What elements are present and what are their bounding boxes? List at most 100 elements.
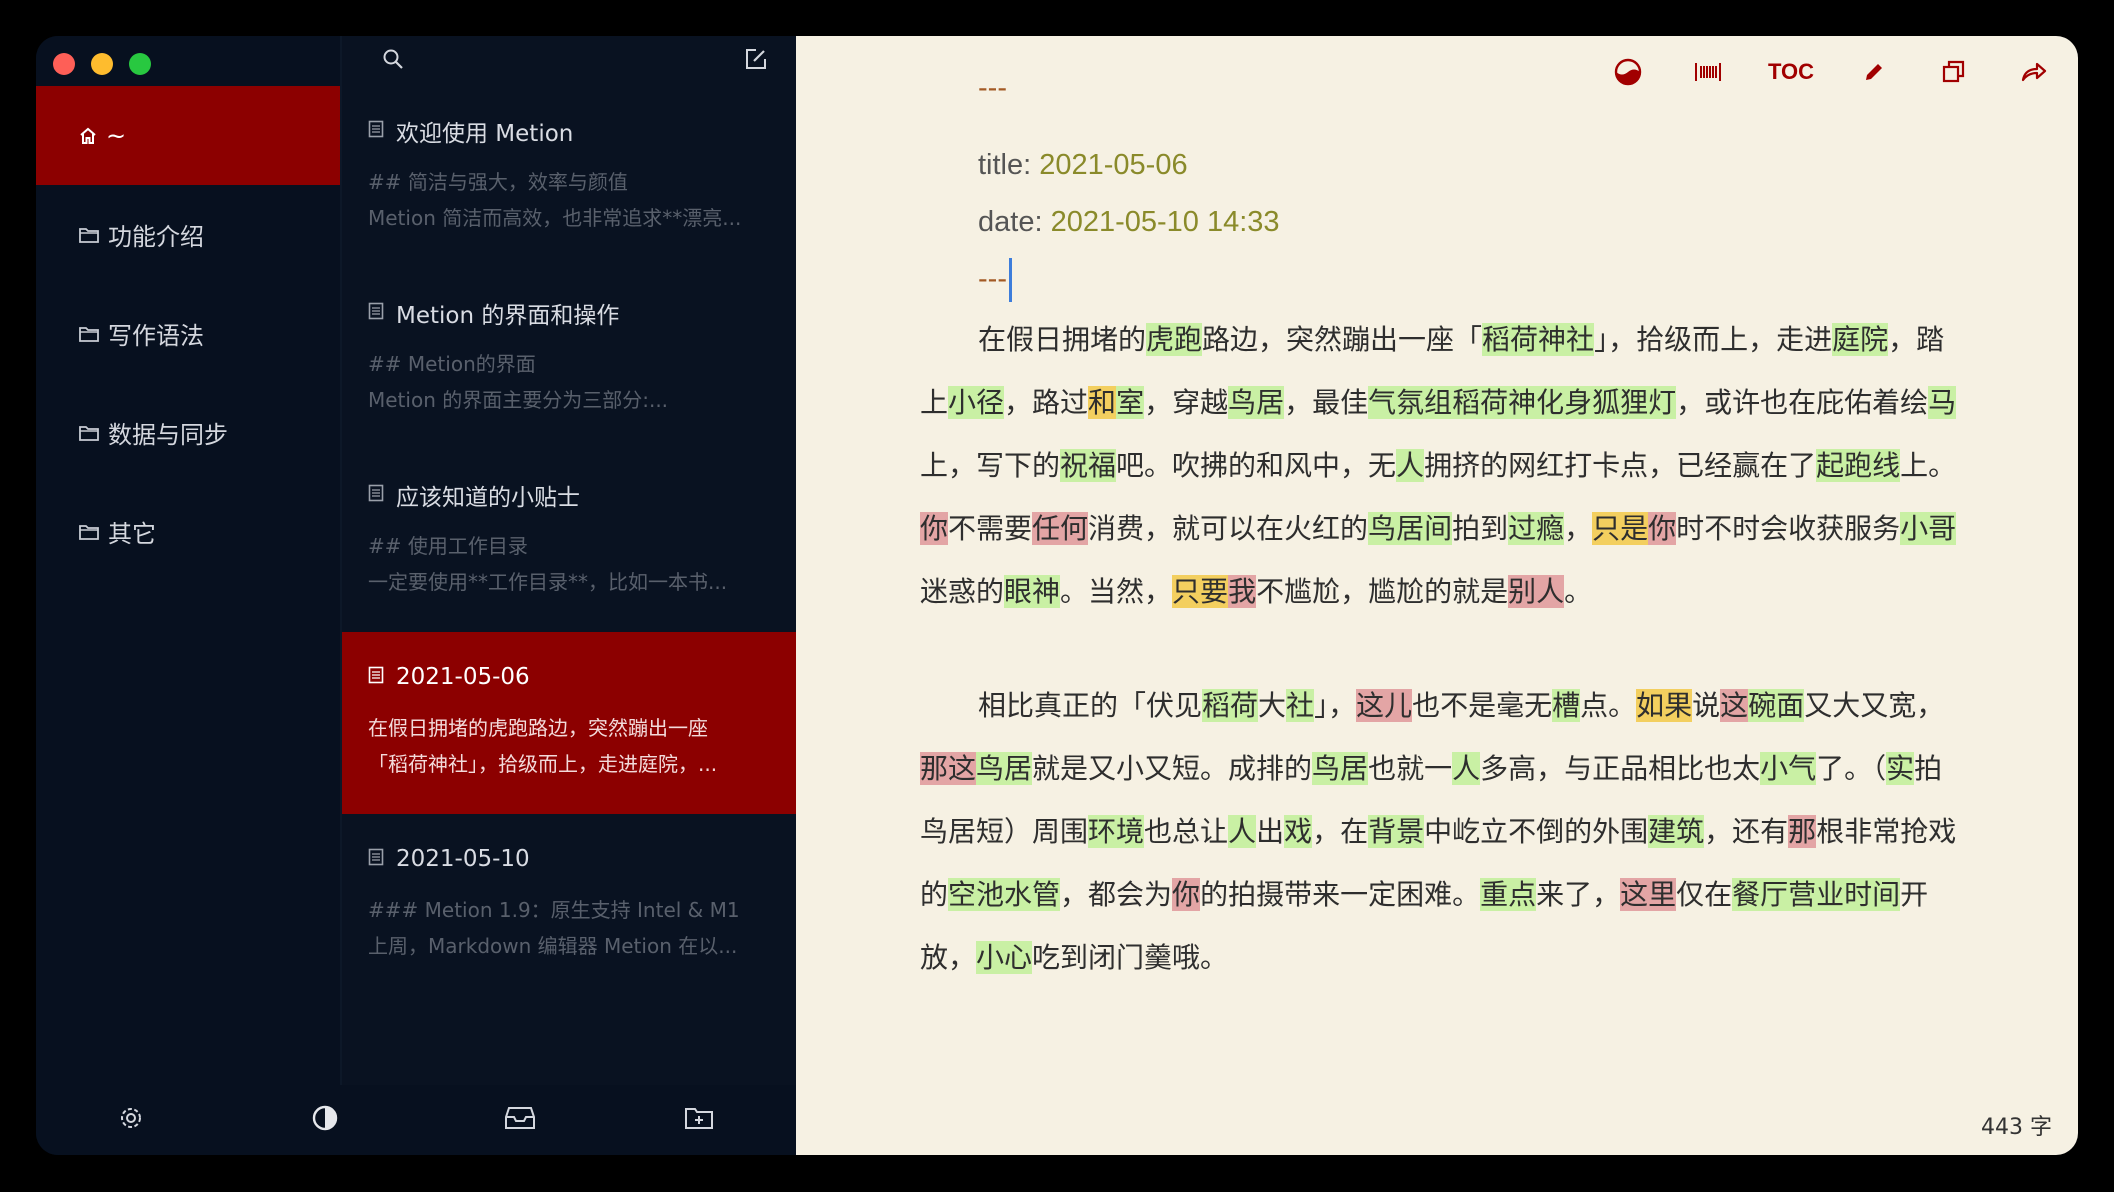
note-excerpt-line: 一定要使用**工作目录**，比如一本书... — [368, 570, 728, 594]
word-count: 443 字 — [1981, 1115, 2052, 1140]
text-run: ，穿越 — [1144, 386, 1229, 419]
list-item[interactable]: 2021-05-10 ### Metion 1.9：原生支持 Intel & M… — [342, 814, 796, 996]
text-run: 多高，与正品相比也太 — [1480, 752, 1761, 785]
list-item[interactable]: Metion 的界面和操作 ## Metion的界面 Metion 的界面主要分… — [342, 268, 796, 450]
new-folder-icon[interactable] — [684, 1105, 714, 1135]
sidebar-item-label: ~ — [106, 121, 127, 150]
note-excerpt-line: Metion 简洁而高效，也非常追求**漂亮... — [368, 206, 742, 230]
list-item[interactable]: 应该知道的小贴士 ## 使用工作目录 一定要使用**工作目录**，比如一本书..… — [342, 450, 796, 632]
highlighted-word: 社 — [1286, 689, 1315, 722]
highlighted-word: 鸟居 — [1228, 386, 1285, 419]
bottom-toolbar — [36, 1085, 796, 1155]
note-excerpt: ## 简洁与强大，效率与颜值 Metion 简洁而高效，也非常追求**漂亮... — [368, 164, 770, 236]
highlighted-word: 槽 — [1552, 689, 1581, 722]
highlighted-word: 虎跑 — [1146, 323, 1203, 356]
highlighted-word: 和 — [1088, 386, 1117, 419]
highlighted-word: 餐厅营业时间 — [1732, 878, 1901, 911]
settings-gear-icon[interactable] — [118, 1105, 144, 1135]
theme-toggle-icon[interactable] — [311, 1104, 339, 1136]
text-run: 拥挤的网红打卡点，已经赢在了 — [1424, 449, 1817, 482]
frontmatter-value: 2021-05-06 — [1039, 149, 1188, 181]
folder-icon — [78, 325, 100, 343]
text-run: 不尴尬，尴尬的就是 — [1256, 575, 1509, 608]
app-window: ~ 功能介绍 写作语法 数据与同步 其它 欢迎使用 Metion ## 简洁与强… — [36, 36, 2078, 1155]
text-run: 上，写下的 — [920, 449, 1061, 482]
text-run: 出 — [1256, 815, 1285, 848]
sidebar-item-features[interactable]: 功能介绍 — [36, 185, 340, 284]
text-run: 又大又宽， — [1804, 689, 1945, 722]
highlighted-word: 你 — [1648, 512, 1677, 545]
zoom-window-button[interactable] — [129, 53, 151, 75]
close-window-button[interactable] — [53, 53, 75, 75]
frontmatter-dash: --- — [978, 72, 1007, 104]
text-run: ，在 — [1312, 815, 1369, 848]
highlighted-word: 庭院 — [1832, 323, 1889, 356]
highlighted-word: 只是 — [1592, 512, 1649, 545]
text-run: 大 — [1258, 689, 1287, 722]
list-item-selected[interactable]: 2021-05-06 在假日拥堵的虎跑路边，突然蹦出一座 「稻荷神社」，拾级而上… — [342, 632, 796, 814]
highlighted-word: 重点 — [1480, 878, 1537, 911]
text-cursor — [1008, 258, 1012, 303]
highlighted-word: 我 — [1228, 575, 1257, 608]
text-run: 」， — [1314, 689, 1357, 722]
inbox-icon[interactable] — [504, 1105, 536, 1135]
highlighted-word: 眼神 — [1004, 575, 1061, 608]
sidebar-item-syntax[interactable]: 写作语法 — [36, 284, 340, 383]
highlighted-word: 人 — [1228, 815, 1257, 848]
highlighted-word: 你 — [920, 512, 949, 545]
highlighted-word: 过瘾 — [1508, 512, 1565, 545]
highlighted-word: 建筑 — [1648, 815, 1705, 848]
text-run: ， — [1564, 512, 1593, 545]
text-run: 时不时会收获服务 — [1676, 512, 1901, 545]
frontmatter-dash: --- — [978, 263, 1007, 295]
note-icon — [368, 482, 384, 508]
frontmatter-key: date: — [978, 206, 1043, 238]
note-excerpt-line: ## Metion的界面 — [368, 352, 536, 376]
new-note-icon[interactable] — [744, 47, 768, 75]
highlighted-word: 如果 — [1636, 689, 1693, 722]
search-icon[interactable] — [382, 48, 404, 74]
note-title: 欢迎使用 Metion — [396, 121, 574, 147]
highlighted-word: 鸟居 — [1312, 752, 1369, 785]
highlighted-word: 鸟居间 — [1368, 512, 1453, 545]
text-run: 吧。吹拂的和风中，无 — [1116, 449, 1397, 482]
share-icon[interactable] — [2014, 56, 2054, 88]
sidebar-item-sync[interactable]: 数据与同步 — [36, 383, 340, 482]
sidebar: ~ 功能介绍 写作语法 数据与同步 其它 — [36, 36, 342, 1155]
text-run: ，路过 — [1004, 386, 1089, 419]
paragraph: 在假日拥堵的虎跑路边，突然蹦出一座「稻荷神社」，拾级而上，走进庭院，踏上小径，路… — [920, 308, 1970, 623]
sidebar-item-other[interactable]: 其它 — [36, 482, 340, 581]
note-excerpt-line: ## 使用工作目录 — [368, 534, 528, 558]
highlighted-word: 戏 — [1284, 815, 1313, 848]
highlighted-word: 别人 — [1508, 575, 1565, 608]
text-run: 不需要 — [948, 512, 1033, 545]
text-run: 吃到闭门羹哦。 — [1032, 941, 1229, 974]
highlighted-word: 小心 — [976, 941, 1033, 974]
sidebar-nav: ~ 功能介绍 写作语法 数据与同步 其它 — [36, 86, 340, 581]
window-controls — [53, 53, 151, 75]
sidebar-item-home[interactable]: ~ — [36, 86, 340, 185]
note-excerpt-line: ## 简洁与强大，效率与颜值 — [368, 170, 628, 194]
text-run: 在假日拥堵的 — [978, 323, 1147, 356]
document-content[interactable]: --- title: 2021-05-06 date: 2021-05-10 1… — [920, 60, 1970, 1017]
highlighted-word: 空池水管 — [948, 878, 1061, 911]
editor-pane[interactable]: TOC --- title: 2021-05-06 date: 2021-05-… — [796, 36, 2078, 1155]
text-run: 中屹立不倒的外围 — [1424, 815, 1649, 848]
highlighted-word: 马 — [1928, 386, 1957, 419]
minimize-window-button[interactable] — [91, 53, 113, 75]
frontmatter-date: date: 2021-05-10 14:33 — [920, 194, 1970, 251]
list-item[interactable]: 欢迎使用 Metion ## 简洁与强大，效率与颜值 Metion 简洁而高效，… — [342, 86, 796, 268]
text-run: 点。 — [1580, 689, 1637, 722]
highlighted-word: 稻荷神社 — [1482, 323, 1595, 356]
highlighted-word: 任何 — [1032, 512, 1089, 545]
highlighted-word: 人 — [1396, 449, 1425, 482]
sidebar-item-label: 其它 — [108, 520, 156, 548]
note-excerpt-line: 「稻荷神社」，拾级而上，走进庭院，... — [368, 752, 718, 776]
text-run: ，或许也在庇佑着绘 — [1676, 386, 1929, 419]
note-excerpt: ## Metion的界面 Metion 的界面主要分为三部分:... — [368, 346, 770, 418]
note-icon — [368, 846, 384, 872]
frontmatter-title: title: 2021-05-06 — [920, 137, 1970, 194]
highlighted-word: 稻荷 — [1202, 689, 1259, 722]
home-icon — [78, 126, 98, 146]
text-run: 的拍摄带来一定困难。 — [1200, 878, 1481, 911]
